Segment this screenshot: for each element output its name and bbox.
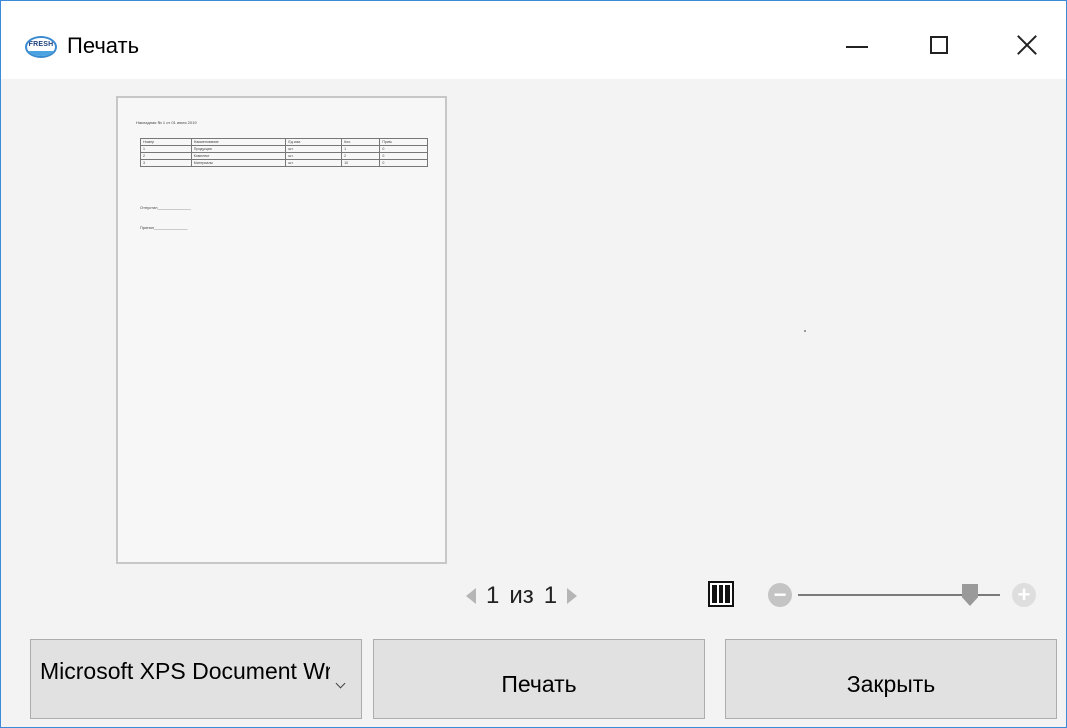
- doc-table-header: Ед.изм.: [285, 138, 343, 146]
- doc-table-header-row: Номер Наименование Ед.изм. Кол. Прим.: [140, 138, 428, 146]
- doc-table-cell: 1: [140, 145, 192, 153]
- two-page-view-icon[interactable]: [708, 581, 734, 607]
- doc-table-row: 3 Материалы шт. 10 0: [140, 159, 428, 167]
- fresh-logo-icon: FRESH: [25, 36, 57, 58]
- zoom-out-icon[interactable]: −: [768, 583, 792, 607]
- print-button[interactable]: Печать: [373, 639, 705, 719]
- doc-table-row: 1 Продукция шт. 1 0: [140, 145, 428, 153]
- window-title: Печать: [67, 33, 140, 58]
- doc-table-cell: шт.: [285, 159, 343, 167]
- doc-table-cell: 0: [379, 159, 428, 167]
- close-window-button[interactable]: [997, 23, 1057, 67]
- doc-table-cell: 0: [379, 152, 428, 160]
- doc-table-row: 2 Комплект шт. 2 0: [140, 152, 428, 160]
- doc-table-cell: 0: [379, 145, 428, 153]
- minimize-button[interactable]: [827, 23, 887, 67]
- doc-heading: Накладная № 1 от 01 июля 2019: [136, 120, 197, 125]
- page-navigator: 1 из 1: [466, 578, 578, 614]
- doc-signature-received: Принял_______________: [140, 225, 188, 230]
- chevron-down-icon: [335, 678, 346, 689]
- doc-table-cell: шт.: [285, 152, 343, 160]
- current-page-number: 1: [486, 582, 500, 609]
- doc-table-cell: 1: [341, 145, 381, 153]
- printer-select[interactable]: Microsoft XPS Document Writer: [30, 639, 362, 719]
- close-button[interactable]: Закрыть: [725, 639, 1057, 719]
- print-dialog-window: FRESH Печать Накладная № 1 от 01 июля 20…: [0, 0, 1067, 728]
- preview-page: Накладная № 1 от 01 июля 2019 Номер Наим…: [116, 96, 447, 564]
- layout-icon-bar: [718, 585, 724, 603]
- maximize-button[interactable]: [909, 23, 969, 67]
- doc-table-cell: 2: [341, 152, 381, 160]
- zoom-in-icon[interactable]: +: [1012, 583, 1036, 607]
- total-pages-number: 1: [543, 582, 558, 609]
- prev-page-icon[interactable]: [466, 588, 476, 604]
- app-icon-wave: [27, 51, 55, 56]
- minimize-icon: [846, 46, 868, 48]
- doc-table-cell: Комплект: [190, 152, 287, 160]
- doc-table-header: Номер: [140, 138, 192, 146]
- title-bar: FRESH Печать: [1, 1, 1066, 79]
- doc-table-cell: 10: [341, 159, 381, 167]
- doc-table-cell: Материалы: [190, 159, 287, 167]
- page-of-label: из: [509, 582, 534, 609]
- maximize-icon: [930, 36, 948, 54]
- doc-table-header: Кол.: [341, 138, 381, 146]
- printer-select-value: Microsoft XPS Document Writer: [40, 658, 330, 684]
- preview-artifact: [804, 330, 806, 332]
- doc-table-cell: Продукция: [190, 145, 287, 153]
- doc-table-cell: шт.: [285, 145, 343, 153]
- app-icon-text: FRESH: [28, 41, 54, 48]
- doc-signature-released: Отпустил_______________: [140, 205, 191, 210]
- doc-table-header: Прим.: [379, 138, 428, 146]
- next-page-icon[interactable]: [567, 588, 578, 604]
- doc-table-header: Наименование: [190, 138, 287, 146]
- layout-icon-bar: [725, 585, 731, 603]
- doc-table-cell: 2: [140, 152, 192, 160]
- doc-table: Номер Наименование Ед.изм. Кол. Прим. 1 …: [140, 138, 428, 167]
- layout-icon-bar: [712, 585, 717, 603]
- doc-table-cell: 3: [140, 159, 192, 167]
- print-preview-area[interactable]: Накладная № 1 от 01 июля 2019 Номер Наим…: [1, 79, 1066, 609]
- close-icon: [1016, 34, 1038, 56]
